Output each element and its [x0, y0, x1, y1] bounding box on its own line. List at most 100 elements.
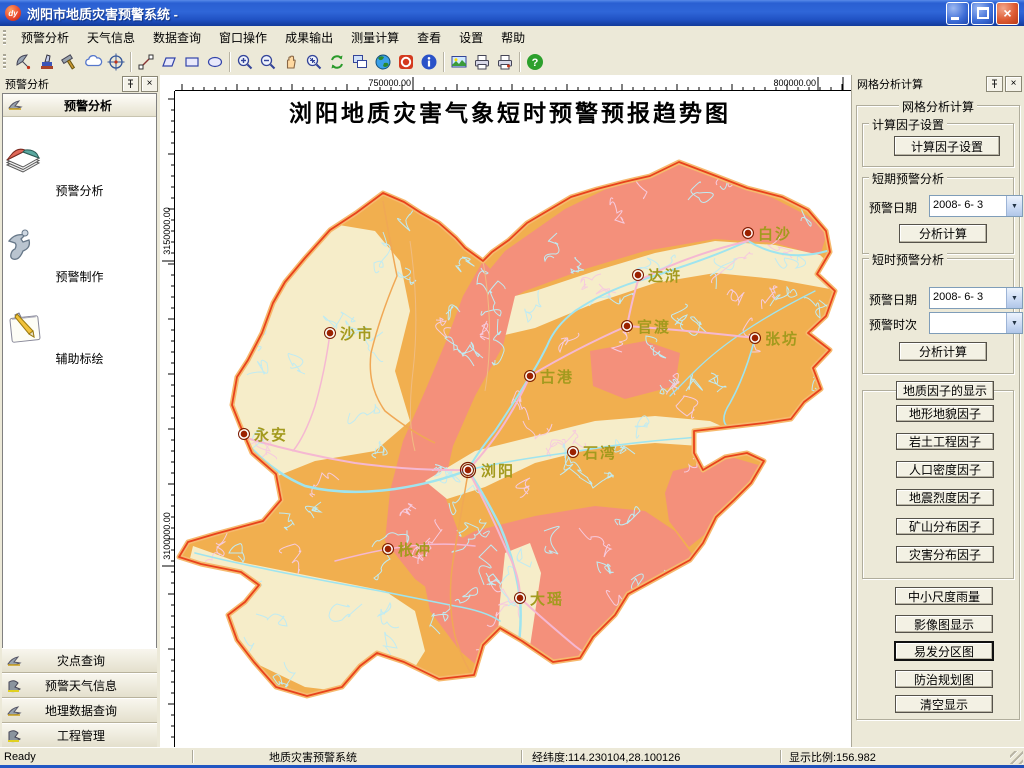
- print-button[interactable]: [470, 51, 493, 73]
- tool-warning-analysis[interactable]: 预警分析: [3, 145, 156, 199]
- zoom-extent-button[interactable]: [302, 51, 325, 73]
- short-time-analyze-button[interactable]: 分析计算: [899, 342, 987, 361]
- short-time-group: 短时预警分析 预警日期 2008- 6- 3 ▼ 预警时次 ▼ 分析计算: [862, 258, 1014, 374]
- disaster-factor-button[interactable]: 灾害分布因子: [896, 546, 994, 563]
- warning-time-select[interactable]: ▼: [929, 312, 1023, 334]
- minimize-button[interactable]: [946, 2, 969, 25]
- mine-factor-button[interactable]: 矿山分布因子: [896, 518, 994, 535]
- menu-item-7[interactable]: 设置: [450, 26, 492, 49]
- close-button[interactable]: ×: [996, 2, 1019, 25]
- restore-button[interactable]: [971, 2, 994, 25]
- warning-date-label: 预警日期: [869, 291, 917, 308]
- menu-item-3[interactable]: 窗口操作: [210, 26, 276, 49]
- globe-button[interactable]: [371, 51, 394, 73]
- city-label: 达浒: [648, 267, 682, 285]
- book-icon: [3, 145, 43, 177]
- draw-line-button[interactable]: [134, 51, 157, 73]
- draw-ellipse-button[interactable]: [203, 51, 226, 73]
- image-display-button[interactable]: 影像图显示: [895, 615, 993, 633]
- help-button[interactable]: ?: [523, 51, 546, 73]
- info-button[interactable]: [417, 51, 440, 73]
- right-panel-close-button[interactable]: ×: [1005, 76, 1022, 92]
- toolbar-grip-handle[interactable]: [3, 54, 6, 69]
- bar-geo-data-query[interactable]: 地理数据查询: [2, 698, 157, 723]
- calc-factor-settings-button[interactable]: 计算因子设置: [894, 136, 1000, 156]
- geotech-factor-button[interactable]: 岩土工程因子: [896, 433, 994, 450]
- print-icon: [472, 52, 492, 72]
- chevron-down-icon[interactable]: ▼: [1006, 196, 1022, 216]
- population-factor-button[interactable]: 人口密度因子: [896, 461, 994, 478]
- susceptibility-zoning-button[interactable]: 易发分区图: [894, 641, 994, 661]
- chevron-down-icon[interactable]: ▼: [1006, 288, 1022, 308]
- terrain-factor-button[interactable]: 地形地貌因子: [896, 405, 994, 422]
- warning-date-select[interactable]: 2008- 6- 3 ▼: [929, 287, 1023, 309]
- menu-item-4[interactable]: 成果输出: [276, 26, 342, 49]
- weather-brush-button[interactable]: [35, 51, 58, 73]
- warning-analysis-button[interactable]: [12, 51, 35, 73]
- stop-button[interactable]: [394, 51, 417, 73]
- section-warning-analysis[interactable]: 预警分析: [3, 94, 156, 117]
- image-output-icon: [449, 52, 469, 72]
- globe-icon: [373, 52, 393, 72]
- menu-item-1[interactable]: 天气信息: [78, 26, 144, 49]
- zoom-out-button[interactable]: [256, 51, 279, 73]
- city-marker-浏阳: 浏阳: [461, 462, 516, 480]
- print-preview-button[interactable]: [493, 51, 516, 73]
- prevention-plan-button[interactable]: 防治规划图: [895, 670, 993, 688]
- menu-item-0[interactable]: 预警分析: [12, 26, 78, 49]
- right-panel-pin-button[interactable]: [986, 76, 1003, 92]
- chevron-down-icon[interactable]: ▼: [1006, 313, 1022, 333]
- window-copy-button[interactable]: [348, 51, 371, 73]
- rainfall-scale-button[interactable]: 中小尺度雨量: [895, 587, 993, 605]
- city-label: 枨冲: [398, 541, 432, 559]
- menu-item-2[interactable]: 数据查询: [144, 26, 210, 49]
- pin-icon: [990, 79, 999, 89]
- tool-auxiliary-plotting[interactable]: 辅助标绘: [3, 309, 156, 367]
- hand-stamp-icon: [6, 679, 23, 693]
- cloud-button[interactable]: [81, 51, 104, 73]
- tool-warning-production[interactable]: 预警制作: [3, 225, 156, 285]
- bar-project-management[interactable]: 工程管理: [2, 723, 157, 748]
- app-logo-icon: dy: [5, 5, 21, 21]
- geo-factor-display-button[interactable]: 地质因子的显示: [896, 381, 994, 400]
- menu-item-5[interactable]: 测量计算: [342, 26, 408, 49]
- tool-label: 辅助标绘: [3, 350, 156, 367]
- target-button[interactable]: [104, 51, 127, 73]
- short-term-group: 短期预警分析 预警日期 2008- 6- 3 ▼ 分析计算: [862, 177, 1014, 254]
- left-panel-close-button[interactable]: ×: [141, 76, 158, 92]
- svg-text:3150000.00: 3150000.00: [162, 207, 172, 255]
- svg-text:?: ?: [531, 57, 538, 69]
- city-label: 沙市: [340, 325, 374, 343]
- seismic-factor-button[interactable]: 地震烈度因子: [896, 489, 994, 506]
- hand-stamp-icon: [6, 729, 23, 743]
- draw-polygon-button[interactable]: [157, 51, 180, 73]
- warning-date-select[interactable]: 2008- 6- 3 ▼: [929, 195, 1023, 217]
- group-legend: 短期预警分析: [869, 170, 947, 187]
- toolbar-separator: [229, 52, 230, 72]
- build-tool-button[interactable]: [58, 51, 81, 73]
- short-term-analyze-button[interactable]: 分析计算: [899, 224, 987, 243]
- menu-grip-handle[interactable]: [3, 30, 6, 45]
- bar-label: 灾点查询: [23, 652, 153, 669]
- menu-item-8[interactable]: 帮助: [492, 26, 534, 49]
- image-output-button[interactable]: [447, 51, 470, 73]
- left-panel-pin-button[interactable]: [122, 76, 139, 92]
- city-label: 古港: [540, 368, 574, 386]
- zoom-in-button[interactable]: [233, 51, 256, 73]
- resize-grip[interactable]: [1010, 751, 1023, 764]
- warning-analysis-icon: [14, 52, 34, 72]
- city-label: 大瑶: [530, 590, 564, 608]
- pan-hand-icon: [281, 52, 301, 72]
- map-canvas[interactable]: 浏阳地质灾害气象短时预警预报趋势图: [175, 91, 852, 748]
- draw-rectangle-button[interactable]: [180, 51, 203, 73]
- minimize-icon: [951, 17, 959, 20]
- wrench-icon: [3, 225, 39, 263]
- clear-display-button[interactable]: 清空显示: [895, 695, 993, 713]
- pan-hand-button[interactable]: [279, 51, 302, 73]
- bar-disaster-point-query[interactable]: 灾点查询: [2, 648, 157, 673]
- menu-item-6[interactable]: 查看: [408, 26, 450, 49]
- zoom-in-icon: [235, 52, 255, 72]
- refresh-button[interactable]: [325, 51, 348, 73]
- toolbar-separator: [519, 52, 520, 72]
- bar-warning-weather-info[interactable]: 预警天气信息: [2, 673, 157, 698]
